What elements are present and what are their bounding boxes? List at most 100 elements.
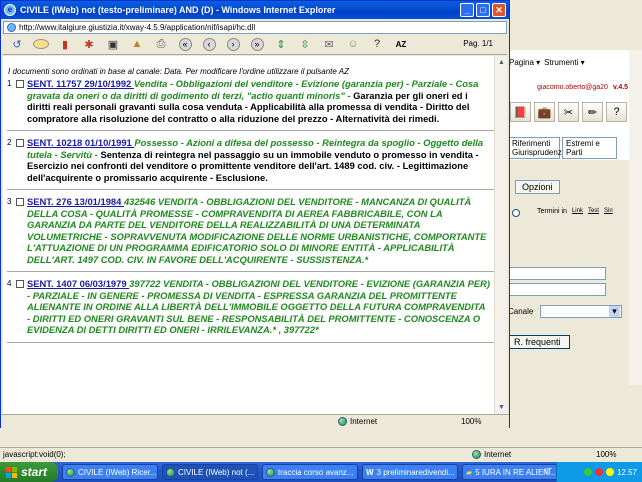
document-checkbox[interactable] [16, 80, 24, 88]
expand-icon[interactable]: ⇕ [270, 36, 292, 52]
collapse-icon[interactable]: ⇳ [294, 36, 316, 52]
language-indicator[interactable]: IT [545, 467, 552, 476]
document-checkbox[interactable] [16, 280, 24, 288]
bag-icon[interactable]: ▲ [126, 36, 148, 52]
taskbar-item[interactable]: CIVILE (IWeb) not (... [162, 464, 258, 480]
minimize-button[interactable]: _ [460, 3, 474, 17]
start-label: start [21, 465, 48, 479]
clock[interactable]: 12.57 [617, 468, 637, 477]
pencil-icon[interactable]: ✏ [582, 102, 603, 122]
puzzle-icon[interactable]: ✱ [78, 36, 100, 52]
popup-titlebar[interactable]: e CIVILE (IWeb) not (testo-preliminare) … [1, 1, 509, 19]
zone-label: Internet [350, 417, 378, 426]
options-button[interactable]: Opzioni [515, 180, 560, 194]
zoom-level[interactable]: 100% [596, 450, 616, 459]
taskbar-item-label: CIVILE (IWeb) not (... [178, 467, 255, 477]
print-icon[interactable]: ⎙ [150, 36, 172, 52]
toolbar-divider [3, 54, 507, 55]
termini-group: Termini in Link Test Sin [537, 208, 613, 215]
taskbar-item[interactable]: traccia corso avanz... [262, 464, 358, 480]
first-icon[interactable]: « [174, 36, 196, 52]
scissors-icon[interactable]: ✂ [558, 102, 579, 122]
popup-ie-window: e CIVILE (IWeb) not (testo-preliminare) … [0, 0, 510, 428]
az-sort-icon[interactable]: AZ [390, 36, 412, 52]
document-item: 3 SENT. 276 13/01/1984 432546 VENDITA - … [7, 196, 494, 272]
people-icon[interactable]: ☺ [342, 36, 364, 52]
page-info: Pag. 1/1 [463, 39, 493, 48]
termini-test[interactable]: Test [588, 208, 599, 215]
termini-radio[interactable] [512, 209, 520, 217]
results-scrollbar[interactable]: ▲ ▼ [494, 56, 507, 414]
rfrequenti-button[interactable]: R. frequenti [505, 335, 570, 349]
sentence-link[interactable]: SENT. 1407 06/03/1979 [27, 278, 129, 289]
scroll-down-icon[interactable]: ▼ [495, 401, 508, 414]
word-icon: W [366, 467, 374, 477]
sentence-link[interactable]: SENT. 10218 01/10/1991 [27, 137, 134, 148]
tab-estremi[interactable]: Estremi e Parti [562, 137, 617, 159]
ie-icon [166, 467, 175, 477]
maximize-button[interactable]: □ [476, 3, 490, 17]
ie-icon [66, 467, 75, 477]
taskbar: start CIVILE (IWeb) Ricer... CIVILE (IWe… [0, 462, 642, 482]
document-checkbox[interactable] [16, 198, 24, 206]
termini-label: Termini in [537, 208, 567, 215]
windows-logo-icon [6, 466, 17, 478]
scroll-up-icon[interactable]: ▲ [495, 56, 508, 69]
canale-select[interactable] [540, 305, 622, 318]
ie-icon [266, 467, 275, 477]
oval-icon[interactable] [30, 36, 52, 52]
sentence-link[interactable]: SENT. 276 13/01/1984 [27, 196, 124, 207]
mail-icon[interactable]: ✉ [318, 36, 340, 52]
popup-title: CIVILE (IWeb) not (testo-preliminare) AN… [20, 5, 336, 15]
page-icon [7, 23, 16, 32]
window-controls: _ □ ✕ [460, 3, 506, 17]
address-url: http://www.italgiure.giustizia.it/xway-4… [19, 23, 256, 32]
bag-icon[interactable]: 💼 [534, 102, 555, 122]
prev-icon[interactable]: ‹ [198, 36, 220, 52]
security-icon[interactable] [594, 468, 603, 476]
sentence-link[interactable]: SENT. 11757 29/10/1992 [27, 78, 134, 89]
tray-icon[interactable] [605, 468, 614, 476]
book-icon[interactable]: ▮ [54, 36, 76, 52]
zoom-level[interactable]: 100% [461, 417, 481, 426]
start-button[interactable]: start [0, 462, 58, 482]
globe-icon [338, 417, 347, 426]
network-icon[interactable] [583, 468, 592, 476]
taskbar-item[interactable]: ▰ 5 IURA IN RE ALIEN... [462, 464, 558, 480]
background-scrollbar[interactable] [629, 50, 642, 385]
termini-link[interactable]: Link [572, 208, 583, 215]
document-checkbox[interactable] [16, 139, 24, 147]
user-label: giacomo.oberto@ga20 [537, 84, 608, 91]
version-label: v.4.5 [613, 84, 629, 91]
tools-menu[interactable]: Strumenti ▾ [544, 58, 584, 67]
save-icon[interactable]: ▣ [102, 36, 124, 52]
page-menu[interactable]: Pagina ▾ [509, 58, 540, 67]
status-zone: Internet [472, 450, 511, 459]
last-icon[interactable]: » [246, 36, 268, 52]
background-command-bar: Pagina ▾ Strumenti ▾ [505, 52, 642, 72]
taskbar-item[interactable]: W3 preliminaredivendi... [362, 464, 458, 480]
next-icon[interactable]: › [222, 36, 244, 52]
book-icon[interactable]: 📕 [510, 102, 531, 122]
background-tabs: Riferimenti Giurisprudenziali Estremi e … [508, 137, 617, 159]
background-input-2[interactable] [508, 283, 606, 296]
document-number: 4 [7, 279, 12, 288]
help-icon[interactable]: ? [366, 36, 388, 52]
canale-label: Canale [508, 307, 534, 316]
help-icon[interactable]: ? [606, 102, 627, 122]
background-status-bar: javascript:void(0); Internet 100% [0, 447, 642, 462]
termini-sin[interactable]: Sin [604, 208, 613, 215]
close-button[interactable]: ✕ [492, 3, 506, 17]
popup-toolbar: ↺ ▮ ✱ ▣ ▲ ⎙ « ‹ › » ⇕ ⇳ ✉ ☺ ? AZ [3, 35, 507, 53]
address-bar[interactable]: http://www.italgiure.giustizia.it/xway-4… [3, 21, 507, 34]
taskbar-item[interactable]: CIVILE (IWeb) Ricer... [62, 464, 158, 480]
background-input-1[interactable] [508, 267, 606, 280]
status-zone: Internet [338, 417, 377, 426]
zone-label: Internet [484, 450, 512, 459]
folder-icon: ▰ [466, 467, 473, 477]
undo-icon[interactable]: ↺ [6, 36, 28, 52]
tab-riferimenti[interactable]: Riferimenti Giurisprudenziali [508, 137, 572, 159]
background-icon-row: 📕 💼 ✂ ✏ ? [510, 102, 627, 122]
taskbar-item-label: CIVILE (IWeb) Ricer... [78, 467, 157, 477]
taskbar-item-label: 5 IURA IN RE ALIEN... [475, 467, 556, 477]
